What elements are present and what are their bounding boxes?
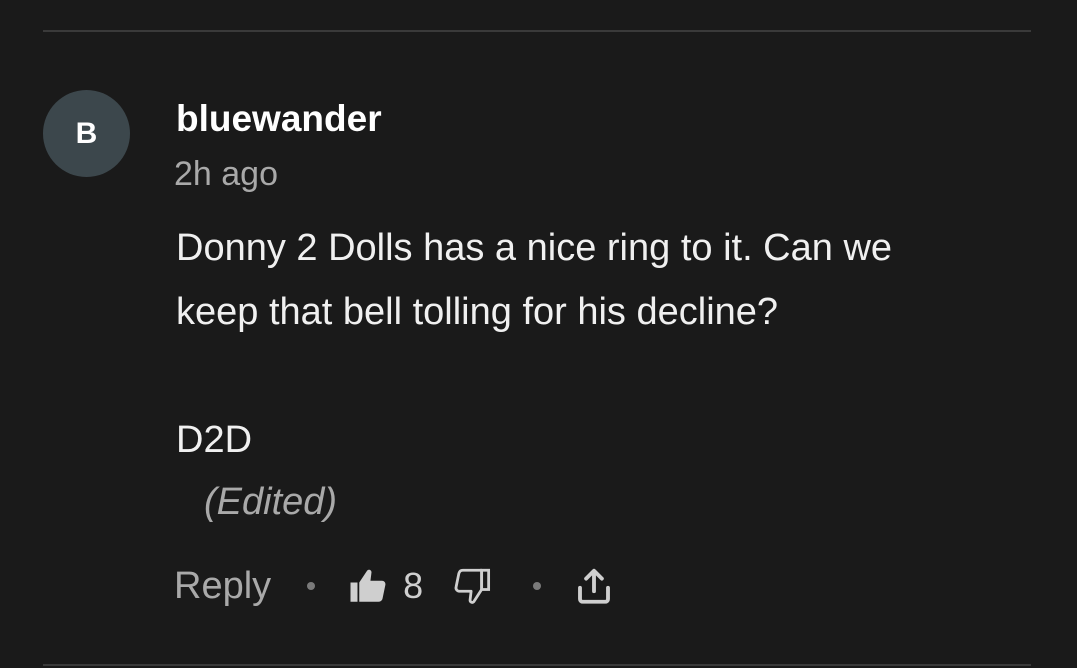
like-count: 8 bbox=[403, 565, 424, 606]
comment-body-blank-line bbox=[176, 344, 1017, 408]
separator-dot bbox=[307, 582, 316, 590]
username[interactable]: bluewander bbox=[176, 94, 1017, 144]
timestamp: 2h ago bbox=[174, 155, 278, 193]
comment-actions: Reply 8 bbox=[174, 560, 615, 612]
thumbs-up-icon bbox=[350, 569, 386, 602]
bottom-divider bbox=[43, 664, 1031, 666]
comment-body-line: D2D bbox=[176, 419, 253, 461]
thumbs-down-icon bbox=[454, 568, 491, 604]
comment-page: B bluewander 2h ago Donny 2 Dolls has a … bbox=[0, 0, 1077, 668]
edited-label: (Edited) bbox=[204, 481, 338, 523]
separator-dot bbox=[533, 582, 542, 590]
avatar-initial: B bbox=[75, 116, 98, 150]
dislike-button[interactable] bbox=[451, 565, 493, 607]
comment-body-line: keep that bell tolling for his decline? bbox=[176, 291, 779, 333]
comment-body: Donny 2 Dolls has a nice ring to it. Can… bbox=[176, 216, 1017, 472]
reply-button[interactable]: Reply bbox=[174, 565, 271, 608]
like-button[interactable] bbox=[347, 565, 389, 607]
comment-body-line: Donny 2 Dolls has a nice ring to it. Can… bbox=[176, 227, 893, 269]
avatar[interactable]: B bbox=[43, 90, 130, 177]
comment-content: bluewander 2h ago Donny 2 Dolls has a ni… bbox=[174, 94, 1017, 532]
share-icon bbox=[578, 568, 611, 604]
share-button[interactable] bbox=[573, 565, 615, 607]
top-divider bbox=[43, 30, 1031, 32]
